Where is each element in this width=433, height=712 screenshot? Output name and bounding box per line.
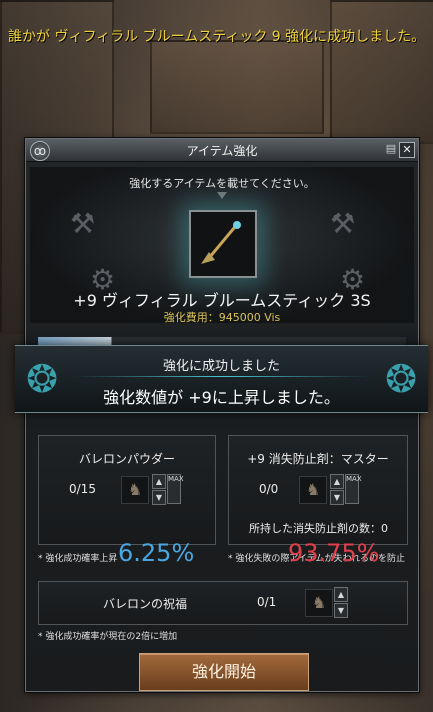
blessing-note: * 強化成功確率が現在の2倍に増加 [38,632,178,642]
blessing-count: 0/1 [257,595,277,609]
powder-item-icon[interactable]: ♞ [121,476,149,504]
protect-owned: 所持した消失防止剤の数：0 [249,522,388,535]
instruction-text: 強化するアイテムを載せてください。 [129,177,315,190]
item-name: +9 ヴィフィラル ブルームスティック 3S [73,291,371,310]
start-enhance-button[interactable]: 強化開始 [139,653,309,691]
protect-up-button[interactable]: ▲ [330,474,344,489]
protect-item-icon[interactable]: ♞ [299,476,327,504]
protect-title: +9 消失防止剤：マスター [247,452,389,466]
powder-panel: バレロンパウダー 0/15 ♞ ▲ ▼ MAX [38,435,216,545]
window-title: アイテム強化 [186,144,258,158]
blessing-panel: バレロンの祝福 0/1 ♞ ▲ ▼ [38,581,408,625]
banner-divider [75,376,368,377]
result-line2: 強化数値が +9に上昇しました。 [103,388,340,407]
blessing-up-button[interactable]: ▲ [334,587,348,602]
powder-note: * 強化成功確率上昇 [38,554,118,564]
result-line1: 強化に成功しました [162,359,280,374]
hammer-icon: ⚒ [330,207,356,240]
title-bar[interactable]: ꝏ アイテム強化 ▤ ✕ [26,139,418,162]
enhance-window: ꝏ アイテム強化 ▤ ✕ ⚒ ⚒ ⚙ ⚙ 強化するアイテムを載せてください。 +… [25,138,419,692]
blessing-title: バレロンの祝福 [103,597,188,611]
close-button[interactable]: ✕ [399,142,415,158]
powder-up-button[interactable]: ▲ [152,474,166,489]
scroll-icon: ▤ [385,142,397,155]
protect-count: 0/0 [259,482,279,496]
powder-count: 0/15 [69,482,96,496]
protect-down-button[interactable]: ▼ [330,490,344,505]
powder-max-button[interactable]: MAX [167,474,184,504]
blessing-down-button[interactable]: ▼ [334,603,348,618]
protect-panel: +9 消失防止剤：マスター 0/0 ♞ ▲ ▼ MAX 所持した消失防止剤の数：… [228,435,408,545]
broomstick-icon [201,221,241,264]
powder-title: バレロンパウダー [78,452,175,466]
powder-down-button[interactable]: ▼ [152,490,166,505]
fail-rate: 93.75% [288,539,380,567]
protect-max-button[interactable]: MAX [345,474,362,504]
system-message: 誰かが ヴィフィラル ブルームスティック 9 強化に成功しました。 [8,29,426,45]
wrench-icon: ⚒ [70,207,96,240]
enhance-cost: 強化費用：945000 Vis [163,311,281,324]
item-slot[interactable] [189,210,257,278]
success-rate: 6.25% [118,539,195,567]
down-arrow-icon [217,192,227,199]
result-banner: ❂ ❂ 強化に成功しました 強化数値が +9に上昇しました。 [15,345,428,413]
blessing-item-icon[interactable]: ♞ [305,589,333,617]
